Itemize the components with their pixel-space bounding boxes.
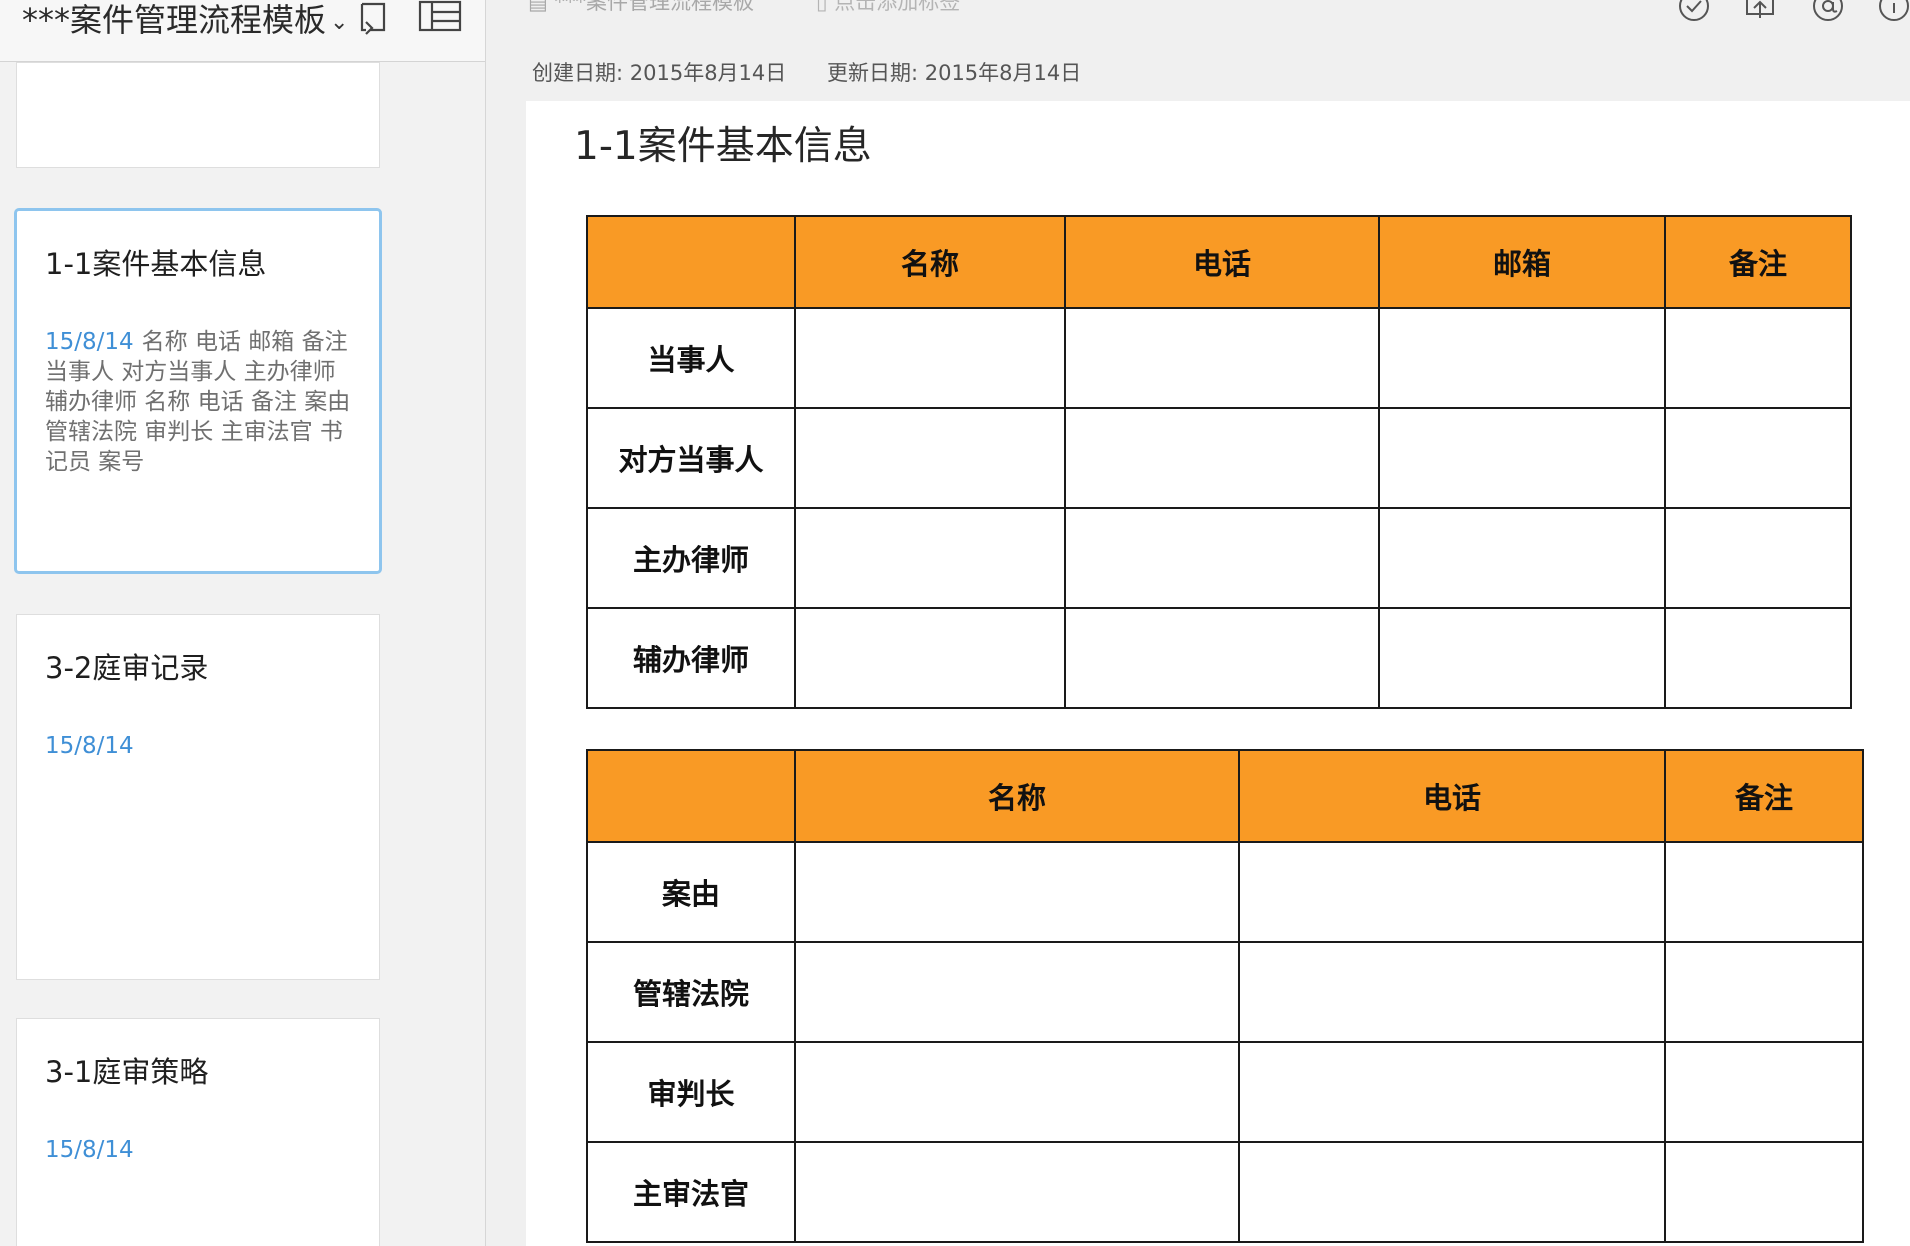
note-card-snippet: 15/8/14 名称 电话 邮箱 备注 当事人 对方当事人 主办律师 辅办律师 名… — [45, 327, 365, 477]
row-label[interactable]: 主办律师 — [586, 507, 796, 609]
note-card-snippet: 15/8/14 — [45, 1135, 365, 1165]
note-meta: 创建日期: 2015年8月14日 更新日期: 2015年8月14日 — [532, 57, 1115, 87]
table-row: 主审法官 — [586, 1141, 1864, 1243]
table-cell[interactable] — [1064, 507, 1380, 609]
at-icon[interactable] — [1810, 0, 1846, 24]
note-card-title: 1-1案件基本信息 — [45, 247, 267, 281]
table-row: 对方当事人 — [586, 407, 1852, 509]
party-info-table[interactable]: 名称 电话 邮箱 备注 当事人 对方当事人 主办律师 辅办律师 — [586, 215, 1852, 709]
created-date: 创建日期: 2015年8月14日 — [532, 61, 787, 85]
note-date: 15/8/14 — [45, 1137, 134, 1163]
table-header-cell[interactable] — [586, 215, 796, 309]
chevron-down-icon: ⌄ — [330, 10, 349, 35]
table-cell[interactable] — [1064, 607, 1380, 709]
info-icon[interactable] — [1876, 0, 1910, 24]
table-cell[interactable] — [1664, 1041, 1864, 1143]
note-card[interactable]: 3-1庭审策略 15/8/14 — [16, 1018, 380, 1246]
table-cell[interactable] — [794, 507, 1066, 609]
updated-date: 更新日期: 2015年8月14日 — [826, 61, 1082, 85]
table-row: 管辖法院 — [586, 941, 1864, 1043]
table-cell[interactable] — [1238, 941, 1666, 1043]
table-cell[interactable] — [1064, 307, 1380, 409]
row-label[interactable]: 审判长 — [586, 1041, 796, 1143]
table-header-cell[interactable]: 备注 — [1664, 215, 1852, 309]
note-editor-pane: ▤ ***案件管理流程模板 ▯ 点击添加标签 创建日期: 2015年8月14日 … — [486, 0, 1910, 1246]
note-card-title: 3-2庭审记录 — [45, 651, 209, 685]
table-header-cell[interactable]: 电话 — [1238, 749, 1666, 843]
table-cell[interactable] — [794, 407, 1066, 509]
toolbar-notebook-link[interactable]: ▤ ***案件管理流程模板 — [528, 0, 754, 16]
table-cell[interactable] — [1378, 507, 1666, 609]
note-date: 15/8/14 — [45, 329, 134, 355]
table-cell[interactable] — [1378, 407, 1666, 509]
table-cell[interactable] — [1664, 1141, 1864, 1243]
table-row: 主办律师 — [586, 507, 1852, 609]
sync-icon[interactable] — [352, 0, 396, 40]
table-cell[interactable] — [1664, 307, 1852, 409]
share-icon[interactable] — [1742, 0, 1778, 24]
table-cell[interactable] — [1238, 841, 1666, 943]
view-toggle-icon[interactable] — [416, 0, 464, 40]
table-cell[interactable] — [1238, 1041, 1666, 1143]
table-header-cell[interactable]: 名称 — [794, 749, 1240, 843]
row-label[interactable]: 案由 — [586, 841, 796, 943]
table-header-cell[interactable] — [586, 749, 796, 843]
notebook-selector[interactable]: ***案件管理流程模板 ⌄ — [22, 0, 348, 43]
table-header-row: 名称 电话 备注 — [586, 749, 1864, 843]
table-cell[interactable] — [1664, 841, 1864, 943]
note-card-snippet: 15/8/14 — [45, 731, 365, 761]
notebook-icon: ▤ — [528, 0, 548, 14]
table-cell[interactable] — [794, 841, 1240, 943]
row-label[interactable]: 管辖法院 — [586, 941, 796, 1043]
table-header-cell[interactable]: 备注 — [1664, 749, 1864, 843]
table-header-row: 名称 电话 邮箱 备注 — [586, 215, 1852, 309]
table-row: 案由 — [586, 841, 1864, 943]
court-info-table[interactable]: 名称 电话 备注 案由 管辖法院 审判长 主审法官 — [586, 749, 1864, 1243]
row-label[interactable]: 当事人 — [586, 307, 796, 409]
note-card-selected[interactable]: 1-1案件基本信息 15/8/14 名称 电话 邮箱 备注 当事人 对方当事人 主… — [14, 208, 382, 574]
checkmark-icon[interactable] — [1676, 0, 1712, 24]
table-row: 辅办律师 — [586, 607, 1852, 709]
table-header-cell[interactable]: 名称 — [794, 215, 1066, 309]
table-cell[interactable] — [1064, 407, 1380, 509]
sidebar-header: ***案件管理流程模板 ⌄ — [0, 0, 485, 62]
table-cell[interactable] — [794, 307, 1066, 409]
tag-input[interactable]: ▯ 点击添加标签 — [816, 0, 960, 16]
table-row: 审判长 — [586, 1041, 1864, 1143]
table-cell[interactable] — [1238, 1141, 1666, 1243]
table-cell[interactable] — [794, 607, 1066, 709]
note-card-title: 3-1庭审策略 — [45, 1055, 209, 1089]
table-cell[interactable] — [1664, 607, 1852, 709]
table-header-cell[interactable]: 邮箱 — [1378, 215, 1666, 309]
notebook-title: ***案件管理流程模板 — [22, 1, 327, 39]
note-card[interactable]: 3-2庭审记录 15/8/14 — [16, 614, 380, 980]
table-cell[interactable] — [1664, 941, 1864, 1043]
table-cell[interactable] — [794, 941, 1240, 1043]
row-label[interactable]: 主审法官 — [586, 1141, 796, 1243]
toolbar-notebook-label: ***案件管理流程模板 — [554, 0, 755, 14]
row-label[interactable]: 辅办律师 — [586, 607, 796, 709]
table-cell[interactable] — [794, 1041, 1240, 1143]
table-cell[interactable] — [1378, 307, 1666, 409]
note-date: 15/8/14 — [45, 733, 134, 759]
table-row: 当事人 — [586, 307, 1852, 409]
note-card-previous[interactable] — [16, 62, 380, 168]
tag-icon: ▯ — [816, 0, 828, 14]
note-title[interactable]: 1-1案件基本信息 — [574, 115, 872, 171]
table-header-cell[interactable]: 电话 — [1064, 215, 1380, 309]
table-cell[interactable] — [1664, 407, 1852, 509]
note-list-sidebar: ***案件管理流程模板 ⌄ 1-1案件基本信息 15/8/14 名称 电话 邮箱 备… — [0, 0, 486, 1246]
row-label[interactable]: 对方当事人 — [586, 407, 796, 509]
editor-toolbar: ▤ ***案件管理流程模板 ▯ 点击添加标签 — [486, 0, 1910, 40]
tag-placeholder: 点击添加标签 — [834, 0, 961, 14]
table-cell[interactable] — [1378, 607, 1666, 709]
note-body[interactable]: 1-1案件基本信息 名称 电话 邮箱 备注 当事人 对方当事人 主办律师 辅办律… — [526, 101, 1910, 1246]
table-cell[interactable] — [1664, 507, 1852, 609]
table-cell[interactable] — [794, 1141, 1240, 1243]
